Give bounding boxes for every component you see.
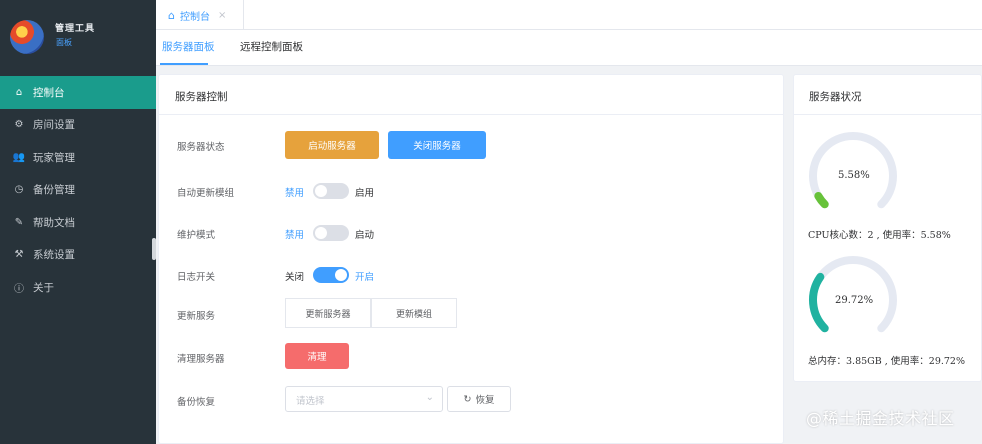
tab-server-panel[interactable]: 服务器面板 (162, 30, 215, 66)
memory-info-text: 总内存：3.85GB , 使用率：29.72% (808, 356, 966, 367)
server-status-row: 服务器状态 启动服务器 关闭服务器 (159, 131, 779, 161)
update-server-button[interactable]: 更新服务器 (285, 298, 371, 328)
sidebar-item-about[interactable]: ⓘ 关于 (0, 271, 156, 304)
update-service-row: 更新服务 更新服务器 更新模组 (159, 298, 779, 328)
clear-server-label: 清理服务器 (177, 354, 225, 365)
sidebar-item-players[interactable]: 👥 玩家管理 (0, 141, 156, 174)
sidebar-item-label: 玩家管理 (33, 151, 75, 164)
sidebar-item-label: 控制台 (33, 86, 65, 99)
auto-update-row: 自动更新模组 禁用 启用 (159, 177, 779, 207)
sidebar-item-label: 帮助文档 (33, 216, 75, 229)
maintenance-on-text: 启动 (355, 230, 375, 241)
sidebar-item-label: 关于 (33, 281, 54, 294)
backup-select[interactable]: 请选择 ⌄ (285, 386, 443, 412)
panel-tabs: 服务器面板 远程控制面板 (156, 30, 982, 66)
server-status-card: 服务器状况 5.58% CPU核心数：2 , 使用率：5.58% 29.72% … (793, 74, 982, 382)
sidebar-item-dashboard[interactable]: ⌂ 控制台 (0, 76, 156, 109)
home-icon: ⌂ (15, 86, 23, 98)
tab-label: 控制台 (179, 11, 210, 23)
restore-button[interactable]: ↻ 恢复 (447, 386, 511, 412)
sidebar-item-room-settings[interactable]: ⚙ 房间设置 (0, 109, 156, 142)
switch-knob (315, 185, 327, 197)
tab-dashboard[interactable]: ⌂ 控制台 × (158, 0, 244, 30)
maintenance-label: 维护模式 (177, 230, 216, 241)
maintenance-row: 维护模式 禁用 启动 (159, 219, 779, 249)
switch-knob (335, 269, 347, 281)
start-server-button[interactable]: 启动服务器 (285, 131, 379, 159)
memory-gauge-fill (809, 272, 829, 333)
cpu-usage-value: 5.58% (838, 170, 870, 181)
memory-usage-value: 29.72% (835, 295, 874, 306)
sidebar-scrollbar[interactable] (152, 238, 156, 260)
server-control-card: 服务器控制 服务器状态 启动服务器 关闭服务器 自动更新模组 禁用 启用 维护模… (158, 74, 784, 444)
tools-icon: ⚒ (14, 249, 24, 261)
clear-server-button[interactable]: 清理 (285, 343, 349, 369)
watermark: @稀土掘金技术社区 (806, 409, 955, 428)
logo-subtitle: 面板 (56, 38, 72, 47)
server-status-label: 服务器状态 (177, 142, 225, 153)
sidebar-item-backups[interactable]: ◷ 备份管理 (0, 174, 156, 207)
chevron-down-icon: ⌄ (425, 392, 434, 403)
cpu-gauge-fill (814, 191, 829, 209)
log-row: 日志开关 关闭 开启 (159, 261, 779, 291)
update-mods-button[interactable]: 更新模组 (371, 298, 457, 328)
card-title: 服务器状况 (809, 91, 862, 103)
log-label: 日志开关 (177, 272, 216, 283)
restore-row: 备份恢复 请选择 ⌄ ↻ 恢复 (159, 386, 779, 416)
log-off-text: 关闭 (285, 272, 305, 283)
restore-label: 备份恢复 (177, 397, 216, 408)
sidebar-item-label: 备份管理 (33, 184, 75, 197)
card-header: 服务器控制 (159, 75, 783, 115)
app-root: 管理工具 面板 ⌂ 控制台 ⚙ 房间设置 👥 玩家管理 ◷ 备份管理 ✎ 帮助文 (0, 0, 982, 444)
clear-server-row: 清理服务器 清理 (159, 343, 779, 373)
tab-remote-panel[interactable]: 远程控制面板 (240, 30, 303, 66)
card-header: 服务器状况 (794, 75, 982, 115)
clock-icon: ◷ (14, 184, 24, 196)
sidebar-item-system[interactable]: ⚒ 系统设置 (0, 239, 156, 272)
update-service-label: 更新服务 (177, 311, 216, 322)
auto-update-off-text: 禁用 (285, 188, 305, 199)
home-icon: ⌂ (168, 8, 175, 22)
sidebar-item-label: 系统设置 (33, 249, 75, 262)
switch-knob (315, 227, 327, 239)
maintenance-switch[interactable] (313, 225, 349, 241)
refresh-icon: ↻ (463, 393, 472, 405)
logo-title: 管理工具 (55, 24, 96, 34)
document-icon: ✎ (14, 216, 24, 228)
auto-update-on-text: 启用 (355, 188, 375, 199)
sidebar-menu: ⌂ 控制台 ⚙ 房间设置 👥 玩家管理 ◷ 备份管理 ✎ 帮助文档 ⚒ 系统设置 (0, 76, 156, 304)
logo-area: 管理工具 面板 (0, 0, 156, 74)
restore-button-label: 恢复 (475, 395, 495, 406)
sidebar: 管理工具 面板 ⌂ 控制台 ⚙ 房间设置 👥 玩家管理 ◷ 备份管理 ✎ 帮助文 (0, 0, 156, 444)
sidebar-item-label: 房间设置 (33, 119, 75, 132)
log-switch[interactable] (313, 267, 349, 283)
active-tab-indicator (160, 63, 208, 65)
auto-update-label: 自动更新模组 (177, 188, 235, 199)
maintenance-off-text: 禁用 (285, 230, 305, 241)
close-icon[interactable]: × (218, 10, 226, 21)
logo-icon (10, 20, 44, 54)
card-title: 服务器控制 (175, 91, 228, 103)
stop-server-button[interactable]: 关闭服务器 (388, 131, 486, 159)
sidebar-item-help[interactable]: ✎ 帮助文档 (0, 206, 156, 239)
tab-bar: ⌂ 控制台 × (156, 0, 982, 30)
auto-update-switch[interactable] (313, 183, 349, 199)
select-placeholder: 请选择 (296, 396, 325, 407)
gear-icon: ⚙ (14, 119, 24, 131)
log-on-text: 开启 (355, 272, 375, 283)
users-icon: 👥 (12, 151, 26, 163)
info-icon: ⓘ (14, 283, 24, 295)
cpu-info-text: CPU核心数：2 , 使用率：5.58% (808, 230, 951, 241)
